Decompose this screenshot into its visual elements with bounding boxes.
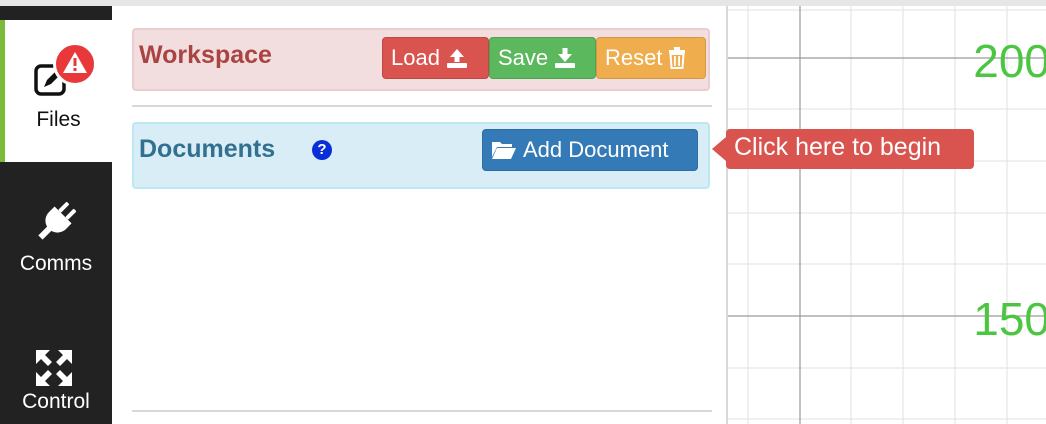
reset-button[interactable]: Reset	[596, 37, 706, 79]
load-button[interactable]: Load	[382, 37, 489, 79]
trash-icon	[669, 47, 686, 69]
add-document-label: Add Document	[523, 137, 669, 162]
nav-tab-files[interactable]: Files	[0, 20, 112, 162]
warning-icon	[63, 52, 87, 73]
reset-label: Reset	[605, 45, 663, 70]
divider	[132, 410, 712, 412]
documents-panel: Documents ? Add Document	[132, 122, 710, 189]
load-label: Load	[391, 45, 440, 70]
grid-canvas[interactable]: 200 150	[728, 6, 1046, 424]
save-button[interactable]: Save	[489, 37, 596, 79]
alert-badge	[53, 42, 97, 86]
left-nav: Files Comms Control	[0, 6, 112, 424]
grid-label-150: 150	[973, 293, 1046, 345]
help-icon[interactable]: ?	[312, 140, 332, 160]
workspace-panel: Workspace Load Save Reset	[132, 28, 710, 91]
folder-open-icon	[492, 142, 516, 159]
nav-tab-label: Comms	[19, 252, 93, 275]
nav-tab-control[interactable]: Control	[0, 344, 112, 424]
help-glyph: ?	[317, 141, 327, 158]
upload-icon	[446, 49, 467, 68]
download-icon	[555, 48, 576, 68]
grid-label-200: 200	[973, 35, 1046, 87]
save-label: Save	[498, 45, 549, 70]
begin-tooltip: Click here to begin	[726, 129, 974, 169]
documents-title: Documents	[139, 135, 276, 163]
divider	[132, 105, 712, 107]
plug-icon	[38, 201, 77, 240]
nav-tab-comms[interactable]: Comms	[0, 196, 112, 296]
add-document-button[interactable]: Add Document	[482, 129, 698, 171]
tooltip-arrow	[712, 137, 726, 161]
nav-tab-label: Control	[22, 390, 90, 413]
nav-tab-label: Files	[36, 108, 81, 131]
arrows-expand-icon	[36, 350, 72, 386]
workspace-title: Workspace	[139, 41, 272, 69]
